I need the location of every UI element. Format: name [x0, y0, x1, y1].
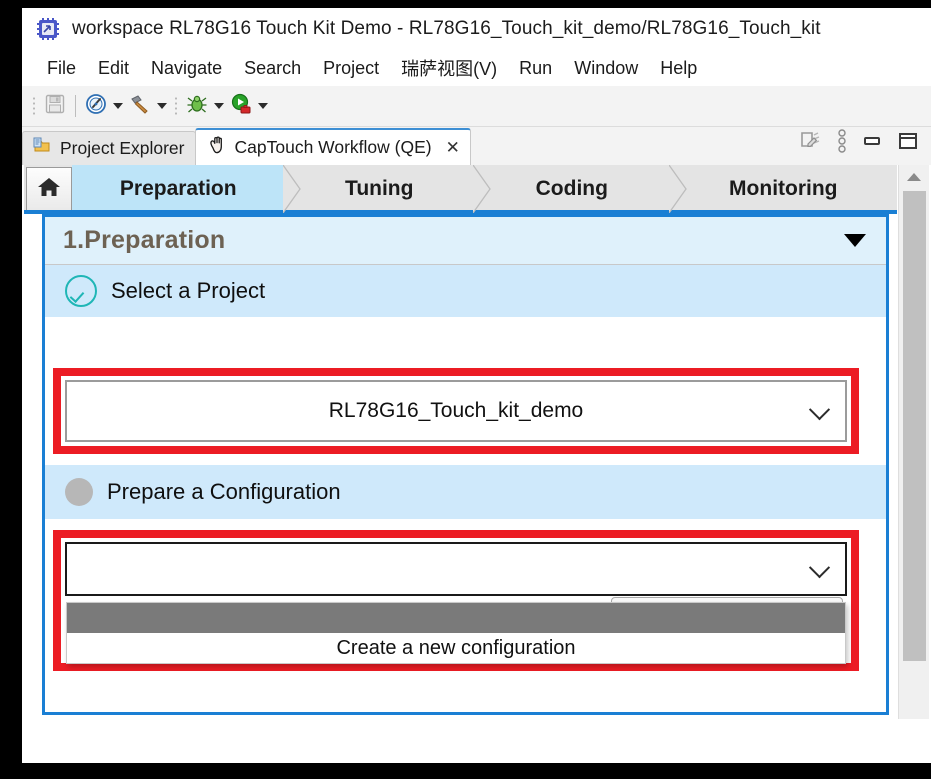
tab-label: Project Explorer	[60, 138, 185, 158]
tab-project-explorer[interactable]: Project Explorer	[22, 131, 196, 165]
chevron-down-icon	[157, 103, 167, 109]
gray-dot-icon	[65, 478, 93, 506]
eclipse-workspace-icon	[36, 17, 60, 41]
chevron-right-icon	[473, 165, 491, 213]
chevron-down-icon	[808, 557, 831, 579]
project-select-value: RL78G16_Touch_kit_demo	[328, 399, 584, 422]
view-actions	[799, 128, 931, 165]
project-select[interactable]: RL78G16_Touch_kit_demo	[65, 380, 847, 442]
step-label: Coding	[535, 177, 608, 200]
debug-button[interactable]	[183, 92, 211, 120]
configuration-dropdown-list[interactable]: Create a new configuration	[66, 602, 846, 664]
captouch-workflow-view: Preparation Tuning Coding Monitoring 1.P…	[22, 165, 931, 719]
build-button[interactable]	[126, 92, 154, 120]
section-prepare-a-configuration[interactable]: Prepare a Configuration	[45, 465, 886, 519]
vertical-scrollbar[interactable]	[898, 165, 929, 719]
menu-bar: File Edit Navigate Search Project 瑞萨视图(V…	[22, 50, 931, 86]
menu-item-edit[interactable]: Edit	[87, 56, 140, 81]
toolbar-grip[interactable]	[31, 95, 38, 117]
view-tab-strip: Project Explorer CapTouch Workflow (QE) …	[22, 127, 931, 165]
scrollbar-thumb[interactable]	[903, 191, 926, 661]
panel-title: 1.Preparation	[63, 226, 226, 254]
view-menu-icon[interactable]	[837, 128, 847, 159]
toolbar-grip-2[interactable]	[173, 95, 180, 117]
step-label: Monitoring	[729, 177, 838, 200]
menu-item-file[interactable]: File	[36, 56, 87, 81]
menu-item-project[interactable]: Project	[312, 56, 390, 81]
title-bar: workspace RL78G16 Touch Kit Demo - RL78G…	[22, 8, 931, 50]
menu-item-search[interactable]: Search	[233, 56, 312, 81]
main-toolbar	[22, 86, 931, 127]
step-label: Preparation	[119, 177, 237, 200]
edit-pages-icon[interactable]	[799, 130, 823, 157]
project-explorer-icon	[33, 136, 53, 161]
run-dropdown[interactable]	[255, 93, 271, 119]
build-dropdown[interactable]	[154, 93, 170, 119]
section-label: Select a Project	[111, 278, 266, 303]
chevron-down-icon[interactable]	[844, 234, 866, 247]
compass-icon	[84, 92, 108, 121]
section-select-a-project[interactable]: Select a Project	[45, 265, 886, 317]
configuration-select[interactable]	[65, 542, 847, 596]
hammer-icon	[128, 92, 152, 121]
green-play-icon	[229, 92, 253, 121]
step-label: Tuning	[345, 177, 414, 200]
menu-item-help[interactable]: Help	[649, 56, 708, 81]
menu-item-run[interactable]: Run	[508, 56, 563, 81]
tab-label: CapTouch Workflow (QE)	[234, 137, 432, 157]
workflow-steps: Preparation Tuning Coding Monitoring	[24, 165, 897, 213]
floppy-disk-icon	[44, 93, 66, 120]
home-button[interactable]	[26, 167, 72, 211]
touch-hand-icon	[206, 134, 228, 161]
maximize-icon[interactable]	[897, 131, 919, 156]
home-icon	[36, 175, 62, 204]
application-window: workspace RL78G16 Touch Kit Demo - RL78G…	[22, 8, 931, 763]
chevron-down-icon	[113, 103, 123, 109]
minimize-icon[interactable]	[861, 132, 883, 155]
chevron-down-icon	[808, 399, 831, 421]
workflow-step-tuning[interactable]: Tuning	[284, 165, 491, 213]
workflow-step-monitoring[interactable]: Monitoring	[669, 165, 897, 213]
preparation-panel: 1.Preparation Select a Project RL78G16_T…	[42, 214, 889, 715]
menu-item-renesas-views[interactable]: 瑞萨视图(V)	[390, 53, 508, 83]
menu-item-window[interactable]: Window	[563, 56, 649, 81]
toolbar-separator	[75, 95, 76, 117]
scroll-up-button[interactable]	[899, 165, 929, 189]
workflow-step-coding[interactable]: Coding	[474, 165, 687, 213]
debug-dropdown[interactable]	[211, 93, 227, 119]
chevron-right-icon	[283, 165, 302, 213]
dropdown-option-blank[interactable]	[67, 603, 845, 633]
chevron-right-icon	[668, 165, 687, 213]
tab-captouch-workflow[interactable]: CapTouch Workflow (QE) ✕	[194, 128, 471, 165]
close-icon[interactable]: ✕	[446, 139, 460, 156]
new-wizard-dropdown[interactable]	[110, 93, 126, 119]
check-circle-icon	[65, 275, 97, 307]
menu-item-navigate[interactable]: Navigate	[140, 56, 233, 81]
chevron-down-icon	[214, 103, 224, 109]
section-label: Prepare a Configuration	[107, 479, 341, 504]
chevron-down-icon	[258, 103, 268, 109]
preparation-header[interactable]: 1.Preparation	[45, 217, 886, 265]
bug-icon	[185, 92, 209, 121]
triangle-up-icon	[907, 173, 921, 181]
window-title: workspace RL78G16 Touch Kit Demo - RL78G…	[72, 18, 821, 39]
preparation-body: RL78G16_Touch_kit_demo Prepare a Configu…	[45, 317, 886, 671]
workflow-step-preparation[interactable]: Preparation	[72, 165, 302, 213]
save-button[interactable]	[41, 92, 69, 120]
run-button[interactable]	[227, 92, 255, 120]
dropdown-option-create-new-configuration[interactable]: Create a new configuration	[67, 633, 845, 663]
new-wizard-button[interactable]	[82, 92, 110, 120]
